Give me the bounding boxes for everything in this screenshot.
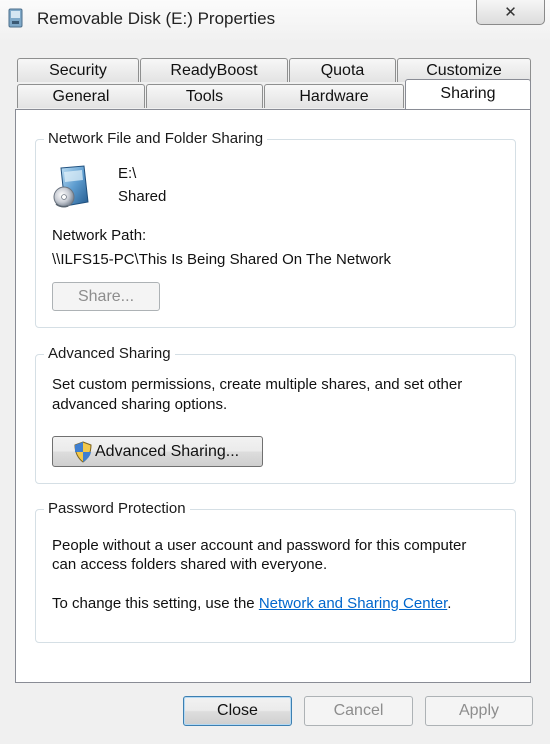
tab-readyboost[interactable]: ReadyBoost: [140, 58, 288, 82]
password-protection-line1: People without a user account and passwo…: [52, 537, 467, 554]
advanced-sharing-title: Advanced Sharing: [44, 345, 175, 362]
change-setting-text: To change this setting, use the Network …: [52, 595, 452, 612]
tab-sharing[interactable]: Sharing: [405, 79, 531, 109]
sharing-tab-panel: Network File and Folder Sharing E:\ Shar…: [15, 109, 531, 683]
network-sharing-group: Network File and Folder Sharing E:\ Shar…: [35, 130, 516, 328]
advanced-sharing-description-line1: Set custom permissions, create multiple …: [52, 376, 463, 393]
advanced-sharing-group: Advanced Sharing Set custom permissions,…: [35, 345, 516, 484]
cancel-button[interactable]: Cancel: [304, 696, 413, 726]
advanced-sharing-description-line2: advanced sharing options.: [52, 396, 228, 413]
tab-general[interactable]: General: [17, 84, 145, 108]
advanced-sharing-button[interactable]: Advanced Sharing...: [52, 436, 263, 467]
tab-security[interactable]: Security: [17, 58, 139, 82]
close-button[interactable]: Close: [183, 696, 292, 726]
uac-shield-icon: [73, 440, 93, 463]
tab-tools[interactable]: Tools: [146, 84, 263, 108]
apply-button[interactable]: Apply: [425, 696, 533, 726]
password-protection-group: Password Protection People without a use…: [35, 500, 516, 643]
close-icon: ✕: [504, 4, 517, 21]
network-sharing-center-link[interactable]: Network and Sharing Center: [259, 595, 447, 612]
window-title: Removable Disk (E:) Properties: [37, 9, 276, 28]
network-path-label: Network Path:: [52, 227, 147, 244]
tab-quota[interactable]: Quota: [289, 58, 396, 82]
title-bar[interactable]: Removable Disk (E:) Properties ✕: [0, 0, 550, 40]
password-protection-title: Password Protection: [44, 500, 190, 517]
password-protection-line2: can access folders shared with everyone.: [52, 556, 328, 573]
window-close-button[interactable]: ✕: [476, 0, 545, 25]
network-path-value: \\ILFS15-PC\This Is Being Shared On The …: [52, 251, 392, 268]
drive-letter: E:\: [118, 165, 137, 182]
drive-properties-icon: [7, 7, 25, 29]
shared-drive-icon: [52, 164, 92, 210]
sharing-status: Shared: [118, 188, 167, 205]
tab-hardware[interactable]: Hardware: [264, 84, 404, 108]
network-sharing-title: Network File and Folder Sharing: [44, 130, 268, 147]
share-button[interactable]: Share...: [52, 282, 160, 311]
